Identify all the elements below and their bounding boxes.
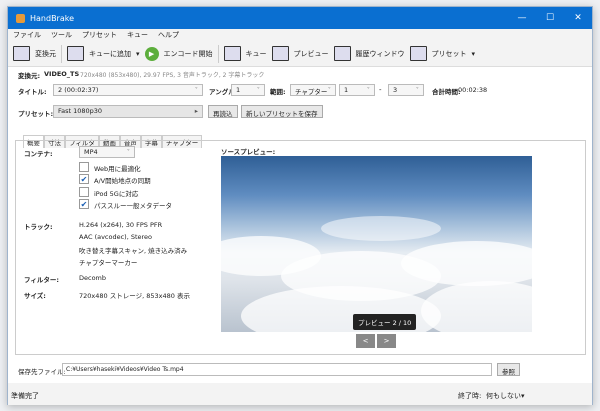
source-button[interactable]: 変換元 (35, 49, 56, 59)
play-icon[interactable]: ▶ (145, 47, 159, 61)
queue-button[interactable]: キュー (246, 49, 267, 59)
range-type-value: チャプター (295, 88, 327, 96)
destination-input[interactable]: C:¥Users¥haseki¥Videos¥Video Ts.mp4 (62, 363, 492, 376)
add-queue-button[interactable]: キューに追加 (89, 49, 131, 59)
range-start-dropdown[interactable]: 1˅ (339, 84, 375, 96)
preset-value: Fast 1080p30 (58, 107, 102, 115)
status-bar: 準備完了 終了時: 何もしない▾ (8, 383, 592, 405)
separator (218, 45, 219, 63)
preset-selector[interactable]: Fast 1080p30 ▸ (53, 105, 203, 118)
chevron-down-icon: ˅ (328, 86, 331, 94)
filters-value: Decomb (79, 274, 106, 282)
range-end-value: 3 (393, 86, 397, 94)
title-label: タイトル: (18, 86, 47, 96)
range-separator: - (379, 86, 382, 94)
ipod-5g-checkbox[interactable] (79, 187, 89, 197)
minimize-button[interactable]: — (508, 7, 536, 29)
tracks-label: トラック: (24, 221, 53, 231)
passthru-metadata-label: パススルー一般メタデータ (94, 200, 172, 210)
range-label: 範囲: (270, 86, 286, 96)
track-audio: AAC (avcodec), Stereo (79, 233, 152, 241)
when-done-value: 何もしない (486, 392, 521, 400)
track-video: H.264 (x264), 30 FPS PFR (79, 221, 162, 229)
container-value: MP4 (84, 148, 98, 156)
preset-label: プリセット: (18, 108, 53, 118)
activity-window-button[interactable]: 履歴ウィンドウ (356, 49, 405, 59)
toolbar: 変換元 キューに追加 ▾ ▶ エンコード開始 キュー プレビュー 履歴ウィンドウ… (8, 41, 592, 67)
range-end-dropdown[interactable]: 3˅ (388, 84, 424, 96)
window-title: HandBrake (30, 14, 74, 23)
chevron-down-icon[interactable]: ▾ (136, 50, 140, 58)
range-type-dropdown[interactable]: チャプター˅ (290, 84, 336, 96)
add-queue-icon[interactable] (67, 46, 84, 61)
title-dropdown[interactable]: 2 (00:02:37) ˅ (53, 84, 203, 96)
ipod-5g-label: iPod 5Gに対応 (94, 188, 138, 198)
chevron-down-icon: ˅ (367, 86, 370, 94)
chevron-down-icon: ▾ (521, 392, 525, 400)
duration-value: 00:02:38 (458, 86, 487, 94)
menu-tools[interactable]: ツール (51, 30, 72, 40)
filters-label: フィルター: (24, 274, 59, 284)
chevron-down-icon[interactable]: ▾ (472, 50, 476, 58)
when-done-label: 終了時: (458, 391, 481, 401)
web-optimize-checkbox[interactable] (79, 162, 89, 172)
preview-counter: プレビュー 2 / 10 (353, 314, 416, 330)
presets-button[interactable]: プリセット (432, 49, 467, 59)
source-label: 変換元: (18, 70, 40, 80)
size-value: 720x480 ストレージ, 853x480 表示 (79, 290, 190, 300)
app-window: HandBrake — ☐ ✕ ファイル ツール プリセット キュー ヘルプ 変… (7, 6, 593, 405)
preview-icon[interactable] (272, 46, 289, 61)
duration-label: 合計時間: (432, 86, 461, 96)
chevron-right-icon: ▸ (195, 107, 198, 115)
av-align-checkbox[interactable]: ✔ (79, 174, 89, 184)
menu-presets[interactable]: プリセット (82, 30, 117, 40)
source-name: VIDEO_TS (44, 70, 79, 78)
menu-file[interactable]: ファイル (13, 30, 41, 40)
maximize-button[interactable]: ☐ (536, 7, 564, 29)
activity-log-icon[interactable] (334, 46, 351, 61)
start-encode-button[interactable]: エンコード開始 (164, 49, 213, 59)
av-align-label: A/V開始地点の同期 (94, 175, 151, 185)
reload-preset-button[interactable]: 再読込 (208, 105, 238, 118)
preview-label: ソースプレビュー: (221, 146, 275, 156)
preview-prev-button[interactable]: < (356, 334, 375, 348)
menu-queue[interactable]: キュー (127, 30, 148, 40)
source-info: 720x480 (853x480), 29.97 FPS, 3 音声トラック, … (80, 70, 264, 79)
menu-bar: ファイル ツール プリセット キュー ヘルプ (8, 29, 592, 41)
angle-value: 1 (236, 86, 240, 94)
close-button[interactable]: ✕ (564, 7, 592, 29)
source-icon[interactable] (13, 46, 30, 61)
queue-icon[interactable] (224, 46, 241, 61)
chevron-down-icon: ˅ (257, 86, 260, 94)
track-chapters: チャプターマーカー (79, 257, 137, 267)
size-label: サイズ: (24, 290, 46, 300)
range-start-value: 1 (344, 86, 348, 94)
chevron-down-icon: ˅ (195, 86, 198, 94)
chevron-down-icon: ˅ (416, 86, 419, 94)
preview-button[interactable]: プレビュー (294, 49, 329, 59)
container-label: コンテナ: (24, 148, 53, 158)
summary-panel: コンテナ: MP4 ˅ Web用に最適化 ✔ A/V開始地点の同期 iPod 5G… (15, 140, 586, 355)
destination-label: 保存先ファイル: (18, 366, 66, 376)
container-dropdown[interactable]: MP4 ˅ (79, 146, 135, 158)
title-value: 2 (00:02:37) (58, 86, 98, 94)
title-bar: HandBrake — ☐ ✕ (8, 7, 592, 29)
menu-help[interactable]: ヘルプ (158, 30, 179, 40)
source-preview-image: プレビュー 2 / 10 (221, 156, 532, 332)
separator (61, 45, 62, 63)
when-done-dropdown[interactable]: 何もしない▾ (486, 391, 525, 401)
save-new-preset-button[interactable]: 新しいプリセットを保存 (241, 105, 323, 118)
status-text: 準備完了 (11, 391, 39, 401)
angle-dropdown[interactable]: 1˅ (231, 84, 265, 96)
web-optimize-label: Web用に最適化 (94, 163, 141, 173)
handbrake-logo-icon (16, 14, 25, 23)
chevron-down-icon: ˅ (127, 148, 130, 156)
preset-settings-icon[interactable] (410, 46, 427, 61)
preview-next-button[interactable]: > (377, 334, 396, 348)
browse-button[interactable]: 参照 (497, 363, 520, 376)
passthru-metadata-checkbox[interactable]: ✔ (79, 199, 89, 209)
track-subtitle: 吹き替え字幕スキャン, 焼き込み済み (79, 245, 187, 255)
